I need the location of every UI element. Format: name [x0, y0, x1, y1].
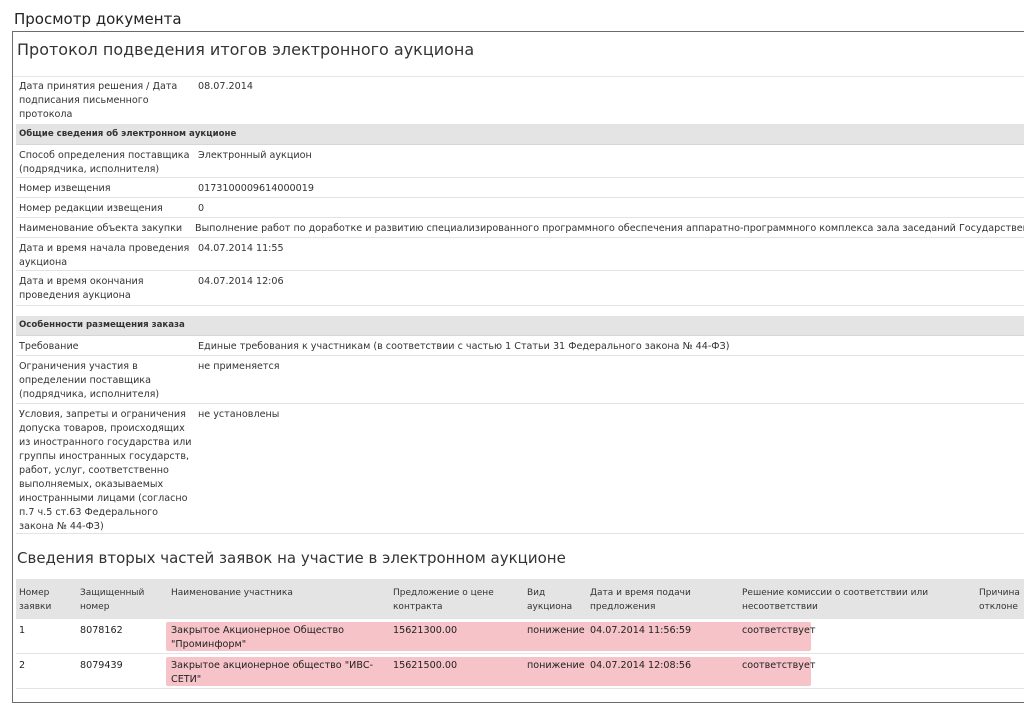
protocol-info-table: Дата принятия решения / Дата подписания … — [16, 76, 1024, 534]
bids-table: Номер заявки Защищенный номер Наименован… — [16, 579, 1024, 689]
info-label: Требование — [19, 341, 79, 352]
info-row: Способ определения поставщика (подрядчик… — [16, 145, 1024, 178]
info-value: 0173100009614000019 — [198, 183, 314, 194]
info-label: Способ определения поставщика (подрядчик… — [19, 150, 190, 175]
bid-code: 8078162 — [80, 625, 123, 636]
info-row: Дата и время начала проведения аукциона … — [16, 238, 1024, 271]
bid-time: 04.07.2014 11:56:59 — [590, 625, 692, 636]
col-header-time: Дата и время подачи предложения — [590, 588, 691, 612]
info-row: Ограничения участия в определении постав… — [16, 356, 1024, 404]
info-value: Единые требования к участникам (в соотве… — [198, 341, 730, 352]
bid-num: 1 — [19, 625, 26, 636]
bid-decision: соответствует — [742, 625, 816, 636]
bid-time: 04.07.2014 12:08:56 — [590, 660, 692, 671]
info-row: Номер редакции извещения 0 — [16, 198, 1024, 218]
section-header: Особенности размещения заказа — [16, 316, 1024, 336]
info-value: 0 — [198, 203, 205, 214]
col-header-decision: Решение комиссии о соответствии или несо… — [742, 588, 929, 612]
info-value: Электронный аукцион — [198, 150, 312, 161]
col-header-name: Наименование участника — [171, 588, 293, 598]
info-label: Условия, запреты и ограничения допуска т… — [19, 409, 192, 532]
bid-kind: понижение — [527, 625, 585, 636]
info-row: Наименование объекта закупки Выполнение … — [16, 218, 1024, 238]
info-label: Номер редакции извещения — [19, 203, 163, 214]
info-row: Условия, запреты и ограничения допуска т… — [16, 404, 1024, 534]
bid-participant: Закрытое Акционерное Общество "Проминфор… — [171, 625, 345, 650]
info-label: Дата и время окончания проведения аукцио… — [19, 276, 144, 301]
info-row: Дата принятия решения / Дата подписания … — [16, 76, 1024, 125]
info-value: не применяется — [198, 361, 280, 372]
bids-section-title: Сведения вторых частей заявок на участие… — [17, 549, 566, 567]
page-title: Просмотр документа — [14, 10, 182, 28]
col-header-price: Предложение о цене контракта — [393, 588, 494, 612]
info-value: Выполнение работ по доработке и развитию… — [195, 223, 1024, 234]
document-frame: Протокол подведения итогов электронного … — [12, 31, 1024, 703]
info-label: Наименование объекта закупки — [19, 223, 183, 234]
bids-table-header: Номер заявки Защищенный номер Наименован… — [16, 579, 1024, 619]
bid-row: 2 8079439 Закрытое акционерное общество … — [16, 654, 1024, 689]
bid-num: 2 — [19, 660, 26, 671]
bid-price: 15621500.00 — [393, 660, 458, 671]
info-label: Дата принятия решения / Дата подписания … — [19, 81, 178, 120]
bid-code: 8079439 — [80, 660, 123, 671]
section-header: Общие сведения об электронном аукционе — [16, 125, 1024, 145]
info-value: 04.07.2014 12:06 — [198, 276, 284, 287]
col-header-kind: Вид аукциона — [527, 588, 573, 612]
bid-kind: понижение — [527, 660, 585, 671]
col-header-code: Защищенный номер — [80, 588, 145, 612]
info-row: Требование Единые требования к участника… — [16, 336, 1024, 356]
info-label: Номер извещения — [19, 183, 111, 194]
info-label: Дата и время начала проведения аукциона — [19, 243, 190, 268]
info-label: Ограничения участия в определении постав… — [19, 361, 160, 400]
info-row: Дата и время окончания проведения аукцио… — [16, 271, 1024, 306]
col-header-num: Номер заявки — [19, 588, 52, 612]
protocol-title: Протокол подведения итогов электронного … — [17, 40, 475, 59]
bid-decision: соответствует — [742, 660, 816, 671]
col-header-reason: Причина отклоне — [979, 588, 1020, 612]
info-value: 04.07.2014 11:55 — [198, 243, 284, 254]
info-row: Номер извещения 0173100009614000019 — [16, 178, 1024, 198]
bid-price: 15621300.00 — [393, 625, 458, 636]
info-value: 08.07.2014 — [198, 81, 253, 92]
info-value: не установлены — [198, 409, 280, 420]
bid-row: 1 8078162 Закрытое Акционерное Общество … — [16, 619, 1024, 654]
